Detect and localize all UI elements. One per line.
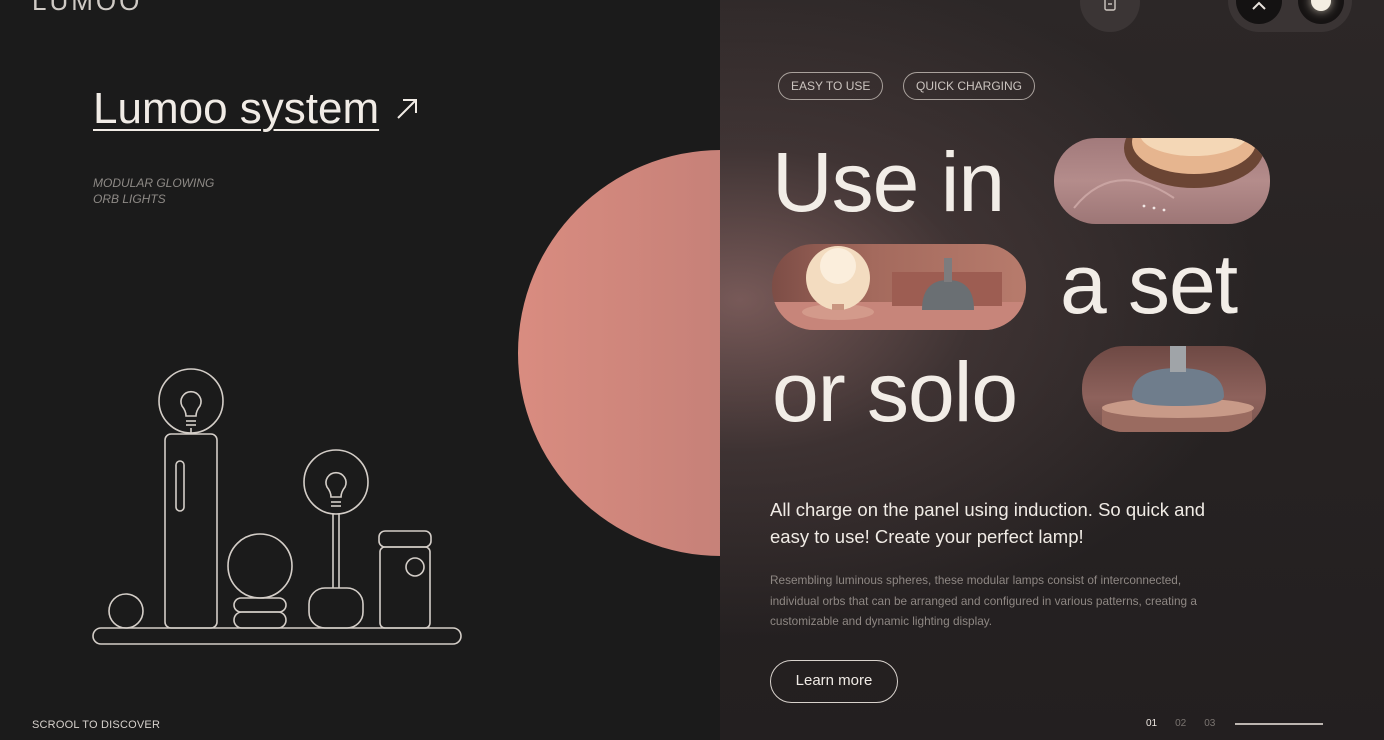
pager-item-03[interactable]: 03 [1204,718,1215,729]
pager-progress-line [1235,722,1324,725]
brand-logo[interactable]: LUMOO [32,0,142,17]
theme-toggle[interactable] [1228,0,1352,32]
pager-item-01[interactable]: 01 [1146,718,1157,729]
product-title: Lumoo system [93,84,380,133]
toggle-right-button[interactable] [1298,0,1344,24]
right-panel: EASY TO USE QUICK CHARGING Use in a set … [720,0,1384,740]
product-subtitle: MODULAR GLOWING ORB LIGHTS [93,175,293,207]
headline-word: a set [1060,237,1238,331]
light-dot-icon [1311,0,1331,11]
arrow-up-right-icon [397,99,418,119]
pager-item-02[interactable]: 02 [1175,718,1186,729]
lamp-photo [772,246,1026,330]
document-button[interactable] [1080,0,1140,32]
lamp-line-illustration [92,368,462,645]
learn-more-button[interactable]: Learn more [770,660,898,703]
tag-easy-to-use: EASY TO USE [778,72,884,100]
subtitle-line: ORB LIGHTS [93,192,166,206]
subtitle-line: MODULAR GLOWING [93,176,215,190]
body-text: Resembling luminous spheres, these modul… [770,573,1197,628]
scroll-hint: SCROOL TO DISCOVER [32,719,161,731]
tag-quick-charging: QUICK CHARGING [903,72,1036,100]
slide-pager: 01 02 03 [1146,718,1324,729]
product-title-link[interactable]: Lumoo system [93,84,421,134]
document-icon [1104,0,1116,11]
toggle-left-button[interactable] [1236,0,1282,24]
lamp-photo [1102,346,1254,432]
headline-word: or solo [772,345,1018,439]
lamp-photo [1073,138,1264,212]
lamp-photo-pill [1082,346,1266,432]
headline-word: Use in [772,135,1005,229]
chevron-up-icon [1252,1,1266,10]
lead-text: All charge on the panel using induction.… [770,499,1206,547]
lamp-photo-pill [772,244,1026,330]
lamp-photo-pill [1054,138,1270,224]
